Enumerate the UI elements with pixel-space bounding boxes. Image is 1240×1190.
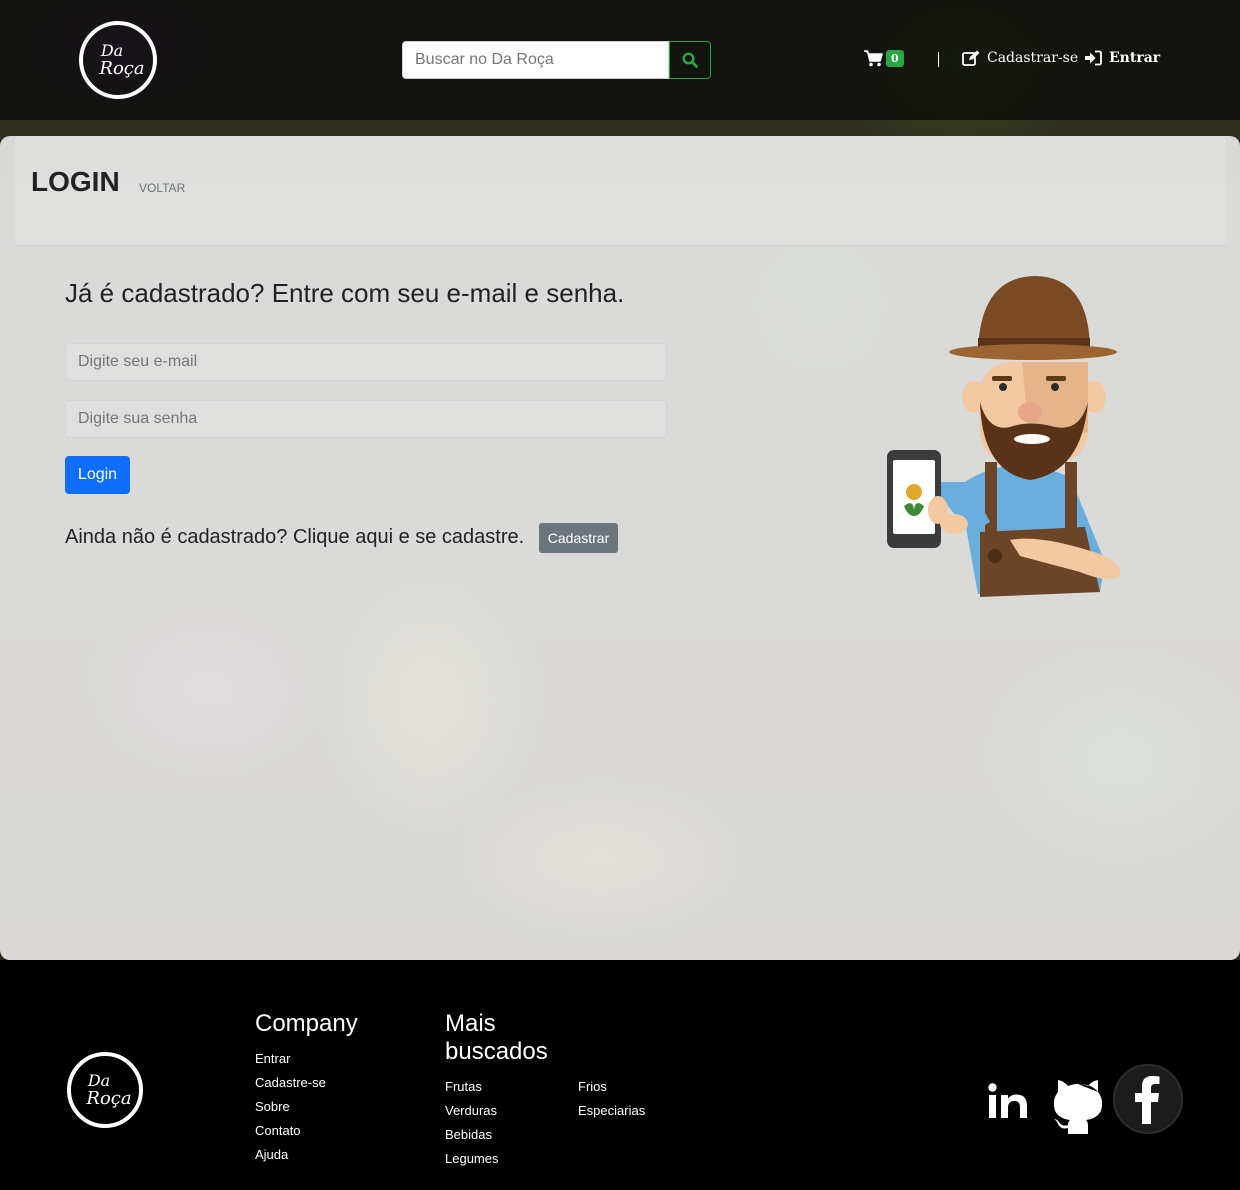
farmer-illustration: [887, 276, 1121, 597]
footer-logo[interactable]: Da Roça: [67, 1052, 143, 1128]
logo-line2: Roça: [99, 58, 145, 79]
github-icon[interactable]: [1052, 1078, 1104, 1134]
search-input[interactable]: [402, 41, 669, 79]
footer-link-frios[interactable]: Frios: [578, 1079, 607, 1094]
footer-link-frutas[interactable]: Frutas: [445, 1079, 482, 1094]
signup-button[interactable]: Cadastrar: [539, 523, 618, 553]
sign-in-icon: [1085, 50, 1102, 66]
footer-logo-line2: Roça: [86, 1088, 132, 1109]
cart-count-badge: 0: [886, 50, 904, 67]
signup-prompt: Ainda não é cadastrado? Clique aqui e se…: [65, 526, 525, 548]
cart-button[interactable]: 0: [864, 50, 904, 67]
password-field[interactable]: [65, 400, 667, 438]
back-link[interactable]: VOLTAR: [139, 181, 185, 195]
facebook-icon[interactable]: [1113, 1064, 1183, 1134]
page-title: LOGIN: [31, 166, 120, 197]
footer-link-especiarias[interactable]: Especiarias: [578, 1103, 645, 1118]
mais-buscados-title: Mais buscados: [445, 1010, 548, 1065]
login-link[interactable]: Entrar: [1084, 50, 1160, 66]
footer-link-sobre[interactable]: Sobre: [255, 1099, 290, 1114]
footer-link-legumes[interactable]: Legumes: [445, 1151, 498, 1166]
linkedin-icon[interactable]: [987, 1082, 1029, 1120]
login-panel: LOGIN VOLTAR Já é cadastrado? Entre com …: [0, 136, 1240, 960]
footer-link-contato[interactable]: Contato: [255, 1123, 301, 1138]
footer-link-verduras[interactable]: Verduras: [445, 1103, 497, 1118]
panel-header: LOGIN VOLTAR: [15, 136, 1226, 246]
email-field[interactable]: [65, 343, 667, 381]
company-title: Company: [255, 1010, 358, 1037]
footer-link-ajuda[interactable]: Ajuda: [255, 1147, 288, 1162]
footer-link-bebidas[interactable]: Bebidas: [445, 1127, 492, 1142]
edit-icon: [962, 50, 980, 66]
login-label: Entrar: [1109, 50, 1161, 66]
signup-link[interactable]: Cadastrar-se: [962, 50, 1078, 66]
nav-divider: [938, 52, 939, 67]
login-prompt: Já é cadastrado? Entre com seu e-mail e …: [65, 278, 625, 308]
cart-icon: [864, 50, 883, 67]
search-button[interactable]: [669, 41, 711, 79]
logo[interactable]: Da Roça: [79, 21, 157, 99]
header: Da Roça 0 Cadastrar-se Entrar: [0, 0, 1240, 120]
footer: Da Roça Company Entrar Cadastre-se Sobre…: [0, 960, 1240, 1190]
login-button[interactable]: Login: [65, 456, 130, 494]
search-icon: [682, 52, 698, 68]
signup-label: Cadastrar-se: [987, 50, 1079, 66]
footer-link-entrar[interactable]: Entrar: [255, 1051, 290, 1066]
footer-link-cadastre-se[interactable]: Cadastre-se: [255, 1075, 326, 1090]
